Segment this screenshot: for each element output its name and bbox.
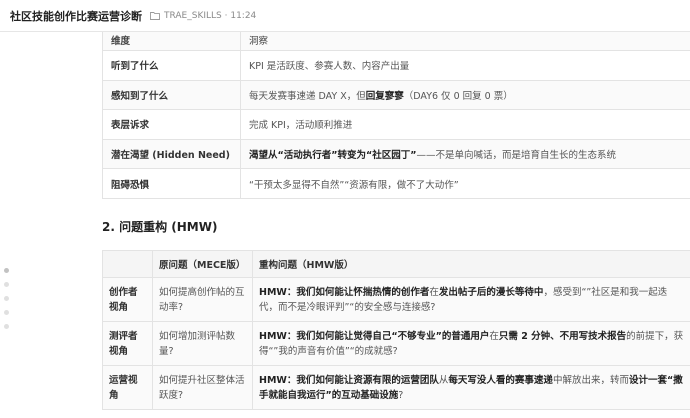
table-row: 潜在渴望 (Hidden Need) 渴望从“活动执行者”转变为“社区园丁”——… <box>102 138 690 170</box>
folder-icon <box>150 12 160 20</box>
insight-cell: 每天发赛事速递 DAY X，但回复寥寥（DAY6 仅 0 回复 0 票） <box>240 79 690 111</box>
empathy-table: 维度 洞察 听到了什么 KPI 是活跃度、参赛人数、内容产出量 感知到了什么 每… <box>102 32 690 199</box>
role-cell: 创作者视角 <box>102 277 153 322</box>
hmw-bold: 觉得自己“不够专业”的普通用户 <box>353 330 490 342</box>
hmw-bold: HMW：我们如何能让 <box>259 374 354 386</box>
table-row: 阻碍恐惧 “干预太多显得不自然”“资源有限，做不了大动作” <box>102 168 690 199</box>
hmw-question-cell: HMW：我们如何能让觉得自己“不够专业”的普通用户在只需 2 分钟、不用写技术报… <box>252 321 690 366</box>
header-cell-original: 原问题（MECE版） <box>152 250 253 278</box>
hmw-bold: 每天写没人看的赛事速递 <box>448 374 553 386</box>
hmw-question-cell: HMW：我们如何能让怀揣热情的创作者在发出帖子后的漫长等待中，感受到“”社区是和… <box>252 277 690 322</box>
insight-text: 每天发赛事速递 DAY X，但 <box>249 90 366 102</box>
hmw-text: 从 <box>438 374 449 386</box>
hmw-bold: 怀揣热情的创作者 <box>353 286 430 298</box>
hmw-bold: 发出帖子后的漫长等待中 <box>438 286 544 298</box>
dimension-cell: 听到了什么 <box>102 50 241 81</box>
hmw-bold: 只需 2 分钟、不用写技术报告 <box>498 330 627 342</box>
table-row: 表层诉求 完成 KPI，活动顺利推进 <box>102 109 690 140</box>
separator: · <box>221 10 231 21</box>
hmw-text: 在 <box>429 286 439 298</box>
table-header-row: 原问题（MECE版） 重构问题（HMW版） <box>102 250 690 278</box>
insight-bold: 回复寥寥 <box>365 90 404 102</box>
insight-cell: 完成 KPI，活动顺利推进 <box>240 109 690 140</box>
timestamp: 11:24 <box>230 10 257 21</box>
title-bar: 社区技能创作比赛运营诊断 TRAE_SKILLS · 11:24 <box>0 0 690 32</box>
table-header-row: 维度 洞察 <box>102 32 690 51</box>
hmw-bold: HMW：我们如何能让 <box>259 286 354 298</box>
table-row: 听到了什么 KPI 是活跃度、参赛人数、内容产出量 <box>102 50 690 81</box>
hmw-bold: 资源有限的运营团队 <box>353 374 439 386</box>
insight-text: （DAY6 仅 0 回复 0 票） <box>403 90 513 102</box>
insight-cell: 渴望从“活动执行者”转变为“社区园丁”——不是单向喊话，而是培育自生长的生态系统 <box>240 138 690 170</box>
nav-dot[interactable] <box>4 268 9 273</box>
insight-text: ——不是单向喊话，而是培育自生长的生态系统 <box>416 150 616 162</box>
role-cell: 测评者视角 <box>102 321 153 366</box>
hmw-text: 中解放出来，转而 <box>552 374 629 386</box>
folder-breadcrumb[interactable]: TRAE_SKILLS · 11:24 <box>150 11 256 21</box>
header-cell-role <box>102 250 153 278</box>
dimension-cell: 阻碍恐惧 <box>102 168 241 199</box>
header-cell-insight: 洞察 <box>240 32 690 51</box>
role-cell: 运营视角 <box>102 365 153 410</box>
hmw-table: 原问题（MECE版） 重构问题（HMW版） 创作者视角 如何提高创作帖的互动率?… <box>102 250 690 410</box>
insight-bold: 渴望从“活动执行者”转变为“社区园丁” <box>249 150 417 162</box>
hmw-question-cell: HMW：我们如何能让资源有限的运营团队从每天写没人看的赛事速递中解放出来，转而设… <box>252 365 690 410</box>
hmw-bold: HMW：我们如何能让 <box>259 330 354 342</box>
table-row: 运营视角 如何提升社区整体活跃度? HMW：我们如何能让资源有限的运营团队从每天… <box>102 365 690 410</box>
nav-dot[interactable] <box>4 296 9 301</box>
original-question-cell: 如何增加测评帖数量? <box>152 321 253 366</box>
nav-dot[interactable] <box>4 282 9 287</box>
dimension-cell: 感知到了什么 <box>102 79 241 111</box>
header-cell-dimension: 维度 <box>102 32 241 51</box>
insight-cell: “干预太多显得不自然”“资源有限，做不了大动作” <box>240 168 690 199</box>
original-question-cell: 如何提高创作帖的互动率? <box>152 277 253 322</box>
table-row: 创作者视角 如何提高创作帖的互动率? HMW：我们如何能让怀揣热情的创作者在发出… <box>102 277 690 322</box>
original-question-cell: 如何提升社区整体活跃度? <box>152 365 253 410</box>
nav-dot[interactable] <box>4 324 9 329</box>
dimension-cell: 表层诉求 <box>102 109 241 140</box>
hmw-text: ? <box>398 389 404 401</box>
section-heading: 2. 问题重构 (HMW) <box>102 220 218 234</box>
insight-cell: KPI 是活跃度、参赛人数、内容产出量 <box>240 50 690 81</box>
outline-nav-dots[interactable] <box>4 268 9 329</box>
document-content: 维度 洞察 听到了什么 KPI 是活跃度、参赛人数、内容产出量 感知到了什么 每… <box>0 32 690 418</box>
nav-dot[interactable] <box>4 310 9 315</box>
document-title: 社区技能创作比赛运营诊断 <box>10 9 142 23</box>
dimension-cell: 潜在渴望 (Hidden Need) <box>102 138 241 170</box>
header-cell-hmw: 重构问题（HMW版） <box>252 250 690 278</box>
table-row: 感知到了什么 每天发赛事速递 DAY X，但回复寥寥（DAY6 仅 0 回复 0… <box>102 79 690 111</box>
folder-name: TRAE_SKILLS <box>164 10 222 21</box>
table-row: 测评者视角 如何增加测评帖数量? HMW：我们如何能让觉得自己“不够专业”的普通… <box>102 321 690 366</box>
hmw-text: 在 <box>489 330 499 342</box>
